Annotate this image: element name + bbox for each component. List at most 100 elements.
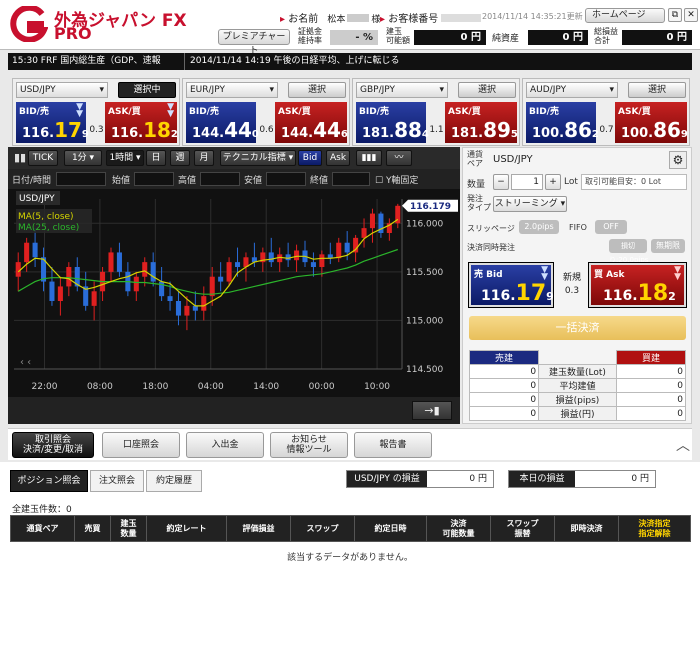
currency-panel-usdjpy: USD/JPY 選択中 BID/売 ▼▼ 116.179 0.3 ASK/買 ▼… bbox=[12, 78, 180, 146]
column-header[interactable]: 売買 bbox=[74, 515, 111, 542]
line-chart-icon[interactable]: 〰 bbox=[386, 150, 412, 166]
header: 外為ジャパン FX PRO ▸ お名前 松本様 ▸ お客様番号 2014/11/… bbox=[0, 0, 700, 56]
week-button[interactable]: 週 bbox=[170, 150, 190, 166]
x-tick-label: 04:00 bbox=[198, 382, 224, 392]
tab-history[interactable]: 約定履歴 bbox=[146, 470, 202, 492]
settings-gear-icon[interactable]: ⚙ bbox=[669, 151, 687, 169]
column-header[interactable]: 約定日時 bbox=[354, 515, 427, 542]
chart-toolbar: ▮▮ TICK 1分 ▾ 1時間 ▾ 日 週 月 テクニカル指標 ▾ Bid A… bbox=[8, 147, 460, 169]
bar-chart-icon[interactable]: ▮▮ bbox=[14, 151, 26, 164]
spread: 0.6 bbox=[259, 125, 274, 135]
ask-price-button[interactable]: ASK/買 144.446 bbox=[275, 102, 348, 143]
candle-body bbox=[344, 242, 350, 253]
window-icon[interactable]: ⧉ bbox=[668, 8, 682, 22]
candle-body bbox=[91, 291, 97, 306]
pair-select[interactable]: USD/JPY bbox=[16, 82, 108, 98]
qty-input[interactable]: 1 bbox=[511, 174, 543, 190]
high-value bbox=[200, 172, 240, 186]
column-header[interactable]: スワップ 振替 bbox=[490, 515, 555, 542]
unlimited-pill[interactable]: 無期限 bbox=[651, 239, 685, 253]
column-header[interactable]: 建玉 数量 bbox=[110, 515, 147, 542]
slippage-value[interactable]: 2.0pips bbox=[519, 220, 559, 234]
tick-button[interactable]: TICK bbox=[28, 150, 58, 166]
candle-body bbox=[66, 267, 72, 287]
ask-toggle[interactable]: Ask bbox=[326, 150, 350, 166]
premier-chart-button[interactable]: プレミアチャート bbox=[218, 29, 290, 56]
ask-price-button[interactable]: ASK/買 181.895 bbox=[445, 102, 518, 143]
stop-loss-pill[interactable]: 損切り:20.0pips bbox=[609, 239, 648, 264]
column-header[interactable]: 決済指定 指定解除 bbox=[618, 515, 691, 542]
candle-chart-icon[interactable]: ▮▮▮ bbox=[356, 150, 382, 166]
candle-body bbox=[108, 252, 114, 272]
x-tick-label: 18:00 bbox=[142, 382, 168, 392]
column-header[interactable]: 約定レート bbox=[146, 515, 227, 542]
column-header[interactable]: 評価損益 bbox=[226, 515, 291, 542]
select-button[interactable]: 選択 bbox=[628, 82, 686, 98]
order-panel: 通貨 ペア USD/JPY ⚙ 数量 − 1 + Lot 取引可能目安：0 Lo… bbox=[462, 147, 692, 424]
candle-body bbox=[32, 242, 38, 258]
news-tools-button[interactable]: お知らせ 情報ツール bbox=[270, 432, 348, 458]
day-button[interactable]: 日 bbox=[146, 150, 166, 166]
month-button[interactable]: 月 bbox=[194, 150, 214, 166]
column-header[interactable]: 通貨ペア bbox=[10, 515, 75, 542]
timeframe-select[interactable]: 1時間 ▾ bbox=[106, 150, 144, 166]
order-type-select[interactable]: ストリーミング ▾ bbox=[493, 196, 567, 212]
candle-body bbox=[294, 250, 300, 261]
pair-select[interactable]: GBP/JPY bbox=[356, 82, 448, 98]
news-item-left[interactable]: 15:30 FRF 国内総生産（GDP、速報 bbox=[12, 53, 161, 70]
tab-positions[interactable]: ポジション照会 bbox=[10, 470, 88, 492]
column-header[interactable]: 決済 可能数量 bbox=[426, 515, 491, 542]
select-button[interactable]: 選択中 bbox=[118, 82, 176, 98]
column-header[interactable]: スワップ bbox=[290, 515, 355, 542]
ask-price-button[interactable]: ASK/買 100.869 bbox=[615, 102, 688, 143]
lower-section: ポジション照会 注文照会 約定履歴 USD/JPY の損益 0 円 本日の損益 … bbox=[0, 462, 700, 664]
nav-bar: 取引照会 決済/変更/取消 口座照会 入出金 お知らせ 情報ツール 報告書 ︿ bbox=[8, 428, 692, 460]
select-button[interactable]: 選択 bbox=[458, 82, 516, 98]
column-header[interactable]: 即時決済 bbox=[554, 515, 619, 542]
close-icon[interactable]: ✕ bbox=[684, 8, 698, 22]
news-item-right[interactable]: 2014/11/14 14:19 午後の日経平均、上げに転じる bbox=[190, 53, 400, 70]
candle-body bbox=[15, 262, 21, 277]
pair-select[interactable]: EUR/JPY bbox=[186, 82, 278, 98]
ask-price: 181.895 bbox=[451, 118, 518, 142]
ask-price: 144.446 bbox=[281, 118, 348, 142]
candle-body bbox=[336, 242, 342, 259]
qty-increase-button[interactable]: + bbox=[545, 174, 561, 190]
home-button[interactable]: ホームページ bbox=[585, 8, 665, 23]
low-value bbox=[266, 172, 306, 186]
price-chart[interactable]: 116.000 115.500 115.000 114.500 22:00 08:00 18… bbox=[8, 189, 460, 397]
y-tick-label: 115.000 bbox=[406, 316, 443, 326]
logo-subtitle: PRO bbox=[54, 24, 92, 43]
account-button[interactable]: 口座照会 bbox=[102, 432, 180, 458]
scroll-latest-icon[interactable]: →▮ bbox=[412, 401, 452, 420]
spread: 1.1 bbox=[429, 125, 444, 135]
no-data-message: 該当するデータがありません。 bbox=[287, 553, 413, 563]
pair-select[interactable]: AUD/JPY bbox=[526, 82, 618, 98]
ask-price-button[interactable]: ASK/買 ▼ ▼ 116.182 bbox=[105, 102, 178, 143]
trade-inquiry-button[interactable]: 取引照会 決済/変更/取消 bbox=[12, 432, 94, 458]
bid-price-button[interactable]: BID/売 144.440 bbox=[186, 102, 259, 143]
collapse-up-icon[interactable]: ︿ bbox=[676, 435, 690, 455]
fifo-toggle[interactable]: OFF bbox=[595, 220, 627, 234]
margin-label: 証拠金 維持率 bbox=[298, 27, 322, 45]
tab-orders[interactable]: 注文照会 bbox=[90, 470, 144, 492]
table-row: 0 損益(円) 0 bbox=[468, 406, 687, 421]
buy-ask-button[interactable]: 買 Ask ▼ ▼ 116.182 bbox=[588, 262, 687, 308]
bulk-settle-button[interactable]: 一括決済 bbox=[469, 316, 686, 340]
bid-price-button[interactable]: BID/売 181.884 bbox=[356, 102, 429, 143]
y-axis-fix-checkbox[interactable]: ☐ Y軸固定 bbox=[375, 173, 418, 186]
spread: 0.7 bbox=[599, 125, 614, 135]
report-button[interactable]: 報告書 bbox=[354, 432, 432, 458]
period-select[interactable]: 1分 ▾ bbox=[64, 150, 102, 166]
bid-price-button[interactable]: BID/売 ▼ ▼ 116.179 bbox=[16, 102, 89, 143]
sell-bid-button[interactable]: 売 Bid ▼ ▼ 116.179 bbox=[468, 262, 554, 308]
bid-toggle[interactable]: Bid bbox=[298, 150, 322, 166]
news-ticker[interactable]: 15:30 FRF 国内総生産（GDP、速報 2014/11/14 14:19 … bbox=[8, 53, 692, 70]
bid-price-button[interactable]: BID/売 100.862 bbox=[526, 102, 599, 143]
net-asset-label: 純資産 bbox=[492, 34, 520, 44]
select-button[interactable]: 選択 bbox=[288, 82, 346, 98]
technical-select[interactable]: テクニカル指標 ▾ bbox=[220, 150, 296, 166]
deposit-button[interactable]: 入出金 bbox=[186, 432, 264, 458]
candle-body bbox=[361, 228, 367, 238]
qty-decrease-button[interactable]: − bbox=[493, 174, 509, 190]
